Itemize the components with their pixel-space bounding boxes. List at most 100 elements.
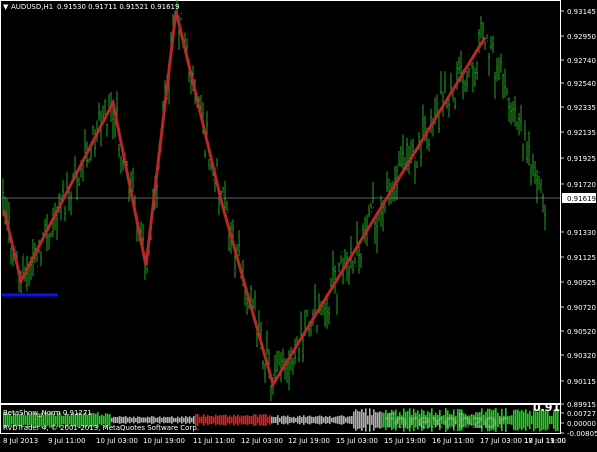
- histogram-bar: [355, 409, 357, 431]
- histogram-bar: [519, 411, 521, 429]
- histogram-bar: [113, 416, 115, 424]
- indicator-overlay-value: 0.91: [533, 401, 560, 414]
- histogram-bar: [155, 417, 157, 423]
- histogram-bar: [99, 415, 101, 425]
- histogram-bar: [345, 417, 347, 423]
- histogram-bar: [111, 417, 113, 423]
- histogram-bar: [525, 409, 527, 431]
- price-tick-label: 0.90925: [567, 279, 596, 287]
- histogram-bar: [363, 412, 365, 428]
- histogram-bar: [299, 415, 301, 425]
- price-tick-label: 0.92135: [567, 129, 596, 137]
- histogram-bar: [167, 416, 169, 424]
- histogram-bar: [217, 415, 219, 425]
- histogram-bar: [255, 414, 257, 426]
- chevron-down-icon[interactable]: ▼: [3, 3, 9, 11]
- histogram-bar: [191, 417, 193, 423]
- histogram-bar: [265, 414, 267, 426]
- histogram-bar: [143, 417, 145, 423]
- price-chart[interactable]: 0.93145 0.92950 0.92740 0.92540 0.92335 0.921…: [0, 0, 597, 448]
- histogram-bar: [139, 416, 141, 424]
- histogram-bar: [353, 411, 355, 429]
- histogram-bar: [337, 416, 339, 424]
- histogram-bar: [267, 416, 269, 424]
- histogram-bar: [257, 416, 259, 424]
- histogram-bar: [359, 411, 361, 429]
- histogram-bar: [201, 416, 203, 424]
- histogram-bar: [347, 416, 349, 424]
- histogram-bar: [315, 416, 317, 424]
- histogram-bar: [527, 413, 529, 427]
- price-tick-label: 0.92740: [567, 57, 596, 65]
- histogram-bar: [207, 414, 209, 426]
- time-tick-label: 8 Jul 2013: [3, 437, 38, 445]
- price-tick-label: 0.00727: [567, 410, 596, 418]
- histogram-bar: [137, 416, 139, 424]
- histogram-bar: [331, 417, 333, 423]
- histogram-bar: [339, 415, 341, 425]
- histogram-bar: [513, 409, 515, 431]
- histogram-bar: [277, 415, 279, 425]
- histogram-bar: [243, 415, 245, 425]
- histogram-bar: [309, 415, 311, 425]
- histogram-bar: [181, 416, 183, 424]
- histogram-bar: [351, 415, 353, 425]
- price-tick-label: -0.00805: [567, 430, 597, 438]
- histogram-bar: [163, 416, 165, 424]
- time-tick-label: 15 Jul 19:00: [384, 437, 426, 445]
- price-tick-label: 0.90320: [567, 352, 596, 360]
- histogram-bar: [115, 417, 117, 423]
- histogram-bar: [335, 416, 337, 424]
- histogram-bar: [375, 412, 377, 428]
- histogram-bar: [343, 416, 345, 424]
- histogram-bar: [123, 416, 125, 424]
- histogram-bar: [193, 416, 195, 424]
- histogram-bar: [215, 414, 217, 426]
- histogram-bar: [259, 414, 261, 426]
- price-tick-label: 0.93145: [567, 8, 596, 16]
- histogram-bar: [263, 414, 265, 426]
- histogram-bar: [135, 417, 137, 423]
- price-tick-label: 0.91720: [567, 181, 596, 189]
- histogram-bar: [149, 417, 151, 423]
- histogram-bar: [551, 415, 553, 425]
- histogram-bar: [361, 409, 363, 431]
- histogram-bar: [291, 417, 293, 423]
- histogram-bar: [549, 415, 551, 425]
- histogram-bar: [293, 416, 295, 424]
- histogram-bar: [211, 415, 213, 425]
- watermark-logo: forexobzor: [385, 409, 507, 433]
- histogram-bar: [295, 417, 297, 423]
- histogram-bar: [171, 416, 173, 424]
- histogram-bar: [209, 415, 211, 425]
- histogram-bar: [269, 415, 271, 425]
- histogram-bar: [379, 411, 381, 429]
- indicator-label: BetaShow_Norm 0.91271: [3, 409, 92, 417]
- time-tick-label: 10 Jul 03:00: [96, 437, 138, 445]
- histogram-bar: [365, 408, 367, 432]
- histogram-bar: [125, 416, 127, 424]
- histogram-bar: [213, 416, 215, 424]
- histogram-bar: [219, 415, 221, 425]
- histogram-bar: [245, 415, 247, 425]
- histogram-bar: [119, 416, 121, 424]
- histogram-bar: [187, 417, 189, 423]
- histogram-bar: [253, 414, 255, 426]
- histogram-bar: [249, 416, 251, 424]
- histogram-bar: [287, 415, 289, 425]
- histogram-bar: [173, 417, 175, 423]
- price-tick-label: 0.91330: [567, 229, 596, 237]
- time-tick-label: 16 Jul 11:00: [432, 437, 474, 445]
- time-tick-label: 12 Jul 03:00: [241, 437, 283, 445]
- histogram-bar: [529, 410, 531, 430]
- histogram-bar: [369, 408, 371, 432]
- histogram-bar: [177, 416, 179, 424]
- chart-window[interactable]: 0.93145 0.92950 0.92740 0.92540 0.92335 0.921…: [0, 0, 597, 448]
- price-tick-label: 0.91125: [567, 254, 596, 262]
- histogram-bar: [183, 417, 185, 423]
- histogram-bar: [285, 416, 287, 424]
- histogram-bar: [225, 414, 227, 426]
- histogram-bar: [377, 412, 379, 428]
- histogram-bar: [205, 416, 207, 424]
- symbol-label: AUDUSD,H1: [11, 3, 53, 11]
